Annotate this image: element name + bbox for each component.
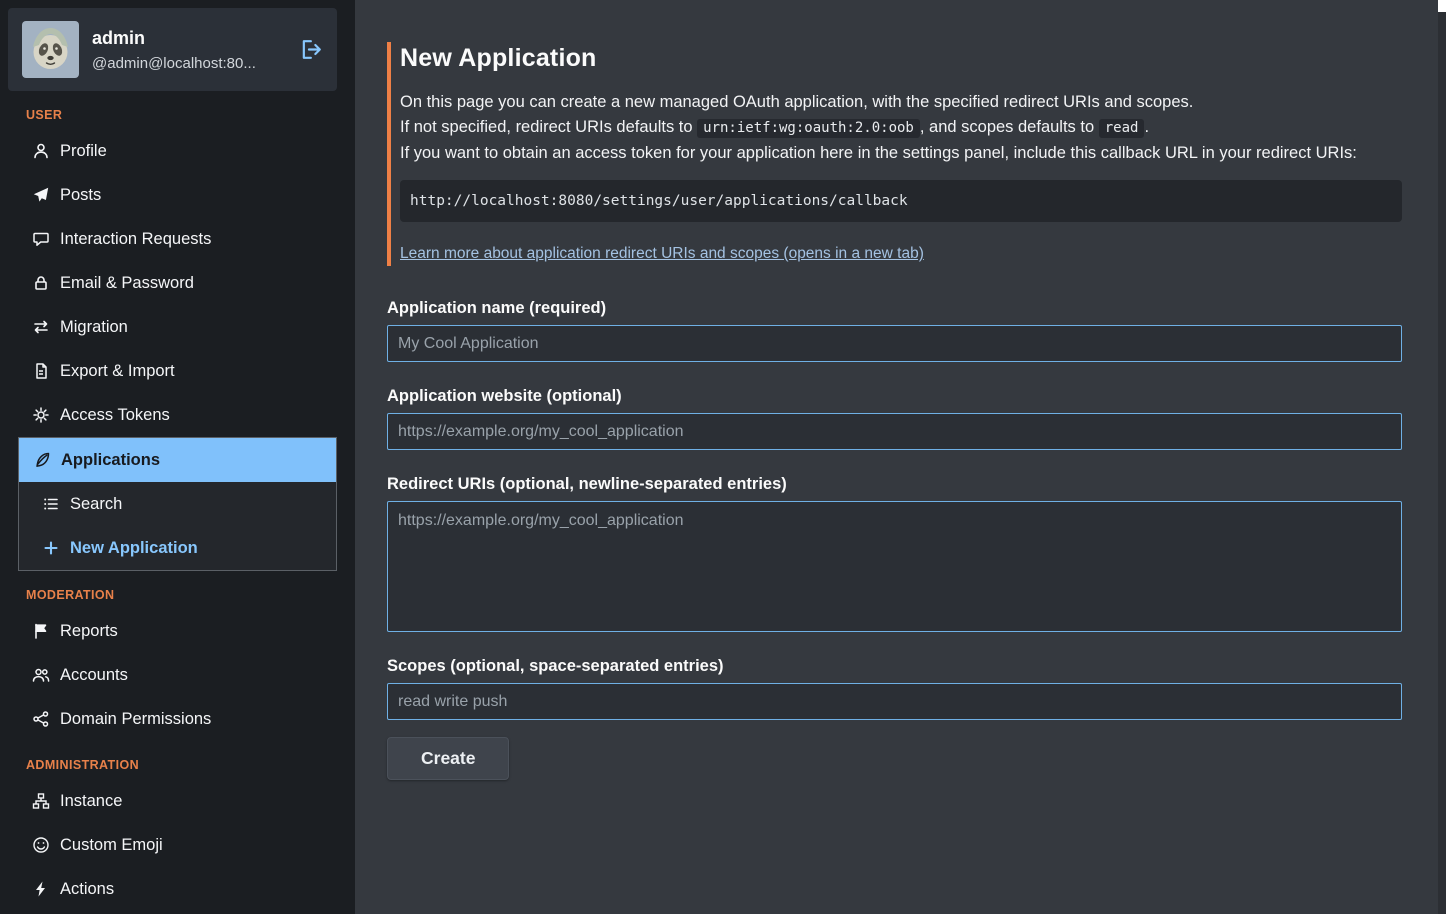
sidebar-item-label: Email & Password bbox=[60, 272, 194, 294]
sidebar-item-email-password[interactable]: Email & Password bbox=[18, 261, 337, 305]
callback-url-code-block: http://localhost:8080/settings/user/appl… bbox=[400, 180, 1402, 222]
redirect-uris-label: Redirect URIs (optional, newline-separat… bbox=[387, 475, 1402, 494]
sidebar-item-label: Reports bbox=[60, 620, 118, 642]
sidebar-nav: USER Profile Posts Intera bbox=[0, 108, 355, 914]
sidebar-section-administration: ADMINISTRATION bbox=[26, 758, 355, 772]
learn-more-link[interactable]: Learn more about application redirect UR… bbox=[400, 245, 924, 262]
sidebar-item-label: Posts bbox=[60, 184, 101, 206]
avatar bbox=[22, 21, 79, 78]
sitemap-icon bbox=[31, 792, 50, 811]
users-icon bbox=[31, 666, 50, 685]
sidebar-item-migration[interactable]: Migration bbox=[18, 305, 337, 349]
transfer-arrows-icon bbox=[31, 318, 50, 337]
sidebar-item-applications-search[interactable]: Search bbox=[19, 482, 336, 526]
inline-code-oob: urn:ietf:wg:oauth:2.0:oob bbox=[697, 119, 920, 138]
intro-line-2-pre: If not specified, redirect URIs defaults… bbox=[400, 118, 697, 136]
scopes-label: Scopes (optional, space-separated entrie… bbox=[387, 657, 1402, 676]
main-content: New Application On this page you can cre… bbox=[355, 0, 1438, 914]
inline-code-read: read bbox=[1099, 119, 1145, 138]
list-icon bbox=[41, 495, 60, 514]
new-application-form: Application name (required) Application … bbox=[387, 299, 1402, 780]
application-website-label: Application website (optional) bbox=[387, 387, 1402, 406]
intro-line-2-mid: , and scopes defaults to bbox=[920, 118, 1099, 136]
sidebar-item-label: Search bbox=[70, 493, 122, 515]
sidebar-item-label: Accounts bbox=[60, 664, 128, 686]
sidebar-item-custom-emoji[interactable]: Custom Emoji bbox=[18, 823, 337, 867]
sidebar-item-domain-permissions[interactable]: Domain Permissions bbox=[18, 697, 337, 741]
sidebar-item-label: Custom Emoji bbox=[60, 834, 163, 856]
page-intro: New Application On this page you can cre… bbox=[387, 42, 1402, 266]
lock-icon bbox=[31, 274, 50, 293]
sidebar-item-label: Access Tokens bbox=[60, 404, 170, 426]
share-nodes-icon bbox=[31, 710, 50, 729]
plus-icon bbox=[41, 539, 60, 558]
sidebar-item-label: Interaction Requests bbox=[60, 228, 211, 250]
sidebar-item-label: Migration bbox=[60, 316, 128, 338]
sidebar-item-label: Actions bbox=[60, 878, 114, 900]
sidebar-item-applications[interactable]: Applications bbox=[19, 438, 336, 482]
feather-icon bbox=[32, 451, 51, 470]
gear-icon bbox=[31, 406, 50, 425]
user-card[interactable]: admin @admin@localhost:80... bbox=[8, 8, 337, 91]
sidebar-item-instance[interactable]: Instance bbox=[18, 779, 337, 823]
smiley-icon bbox=[31, 836, 50, 855]
sidebar-section-user: USER bbox=[26, 108, 355, 122]
sign-out-icon[interactable] bbox=[300, 38, 323, 61]
create-button[interactable]: Create bbox=[387, 737, 509, 780]
application-name-input[interactable] bbox=[387, 325, 1402, 362]
sidebar-item-label: Instance bbox=[60, 790, 122, 812]
sidebar-item-label: New Application bbox=[70, 537, 198, 559]
intro-line-1: On this page you can create a new manage… bbox=[400, 90, 1402, 115]
sidebar-item-reports[interactable]: Reports bbox=[18, 609, 337, 653]
redirect-uris-textarea[interactable] bbox=[387, 501, 1402, 632]
sidebar-item-posts[interactable]: Posts bbox=[18, 173, 337, 217]
user-handle: @admin@localhost:80... bbox=[92, 55, 256, 72]
user-icon bbox=[31, 142, 50, 161]
sidebar-item-actions[interactable]: Actions bbox=[18, 867, 337, 911]
sidebar-item-new-application[interactable]: New Application bbox=[19, 526, 336, 570]
application-name-label: Application name (required) bbox=[387, 299, 1402, 318]
sidebar-item-access-tokens[interactable]: Access Tokens bbox=[18, 393, 337, 437]
callback-url: http://localhost:8080/settings/user/appl… bbox=[410, 193, 908, 209]
application-website-input[interactable] bbox=[387, 413, 1402, 450]
user-names: admin @admin@localhost:80... bbox=[92, 28, 256, 72]
sidebar-item-label: Profile bbox=[60, 140, 107, 162]
scrollbar-track[interactable] bbox=[1438, 0, 1446, 914]
sidebar-item-label: Applications bbox=[61, 449, 160, 471]
bolt-icon bbox=[31, 880, 50, 899]
scopes-input[interactable] bbox=[387, 683, 1402, 720]
paper-plane-icon bbox=[31, 186, 50, 205]
sidebar-item-profile[interactable]: Profile bbox=[18, 129, 337, 173]
sidebar-item-accounts[interactable]: Accounts bbox=[18, 653, 337, 697]
sidebar-item-interaction-requests[interactable]: Interaction Requests bbox=[18, 217, 337, 261]
intro-line-2-post: . bbox=[1144, 118, 1149, 136]
comment-icon bbox=[31, 230, 50, 249]
intro-line-2: If not specified, redirect URIs defaults… bbox=[400, 115, 1402, 141]
flag-icon bbox=[31, 622, 50, 641]
page-title: New Application bbox=[400, 44, 1402, 73]
scrollbar-thumb[interactable] bbox=[1438, 0, 1446, 12]
applications-group: Applications Search bbox=[18, 437, 337, 571]
username: admin bbox=[92, 28, 256, 49]
sidebar-item-label: Domain Permissions bbox=[60, 708, 211, 730]
sidebar-item-label: Export & Import bbox=[60, 360, 175, 382]
sidebar-item-export-import[interactable]: Export & Import bbox=[18, 349, 337, 393]
intro-line-3: If you want to obtain an access token fo… bbox=[400, 141, 1402, 166]
sidebar: admin @admin@localhost:80... USER Profil… bbox=[0, 0, 355, 914]
sidebar-section-moderation: MODERATION bbox=[26, 588, 355, 602]
file-icon bbox=[31, 362, 50, 381]
